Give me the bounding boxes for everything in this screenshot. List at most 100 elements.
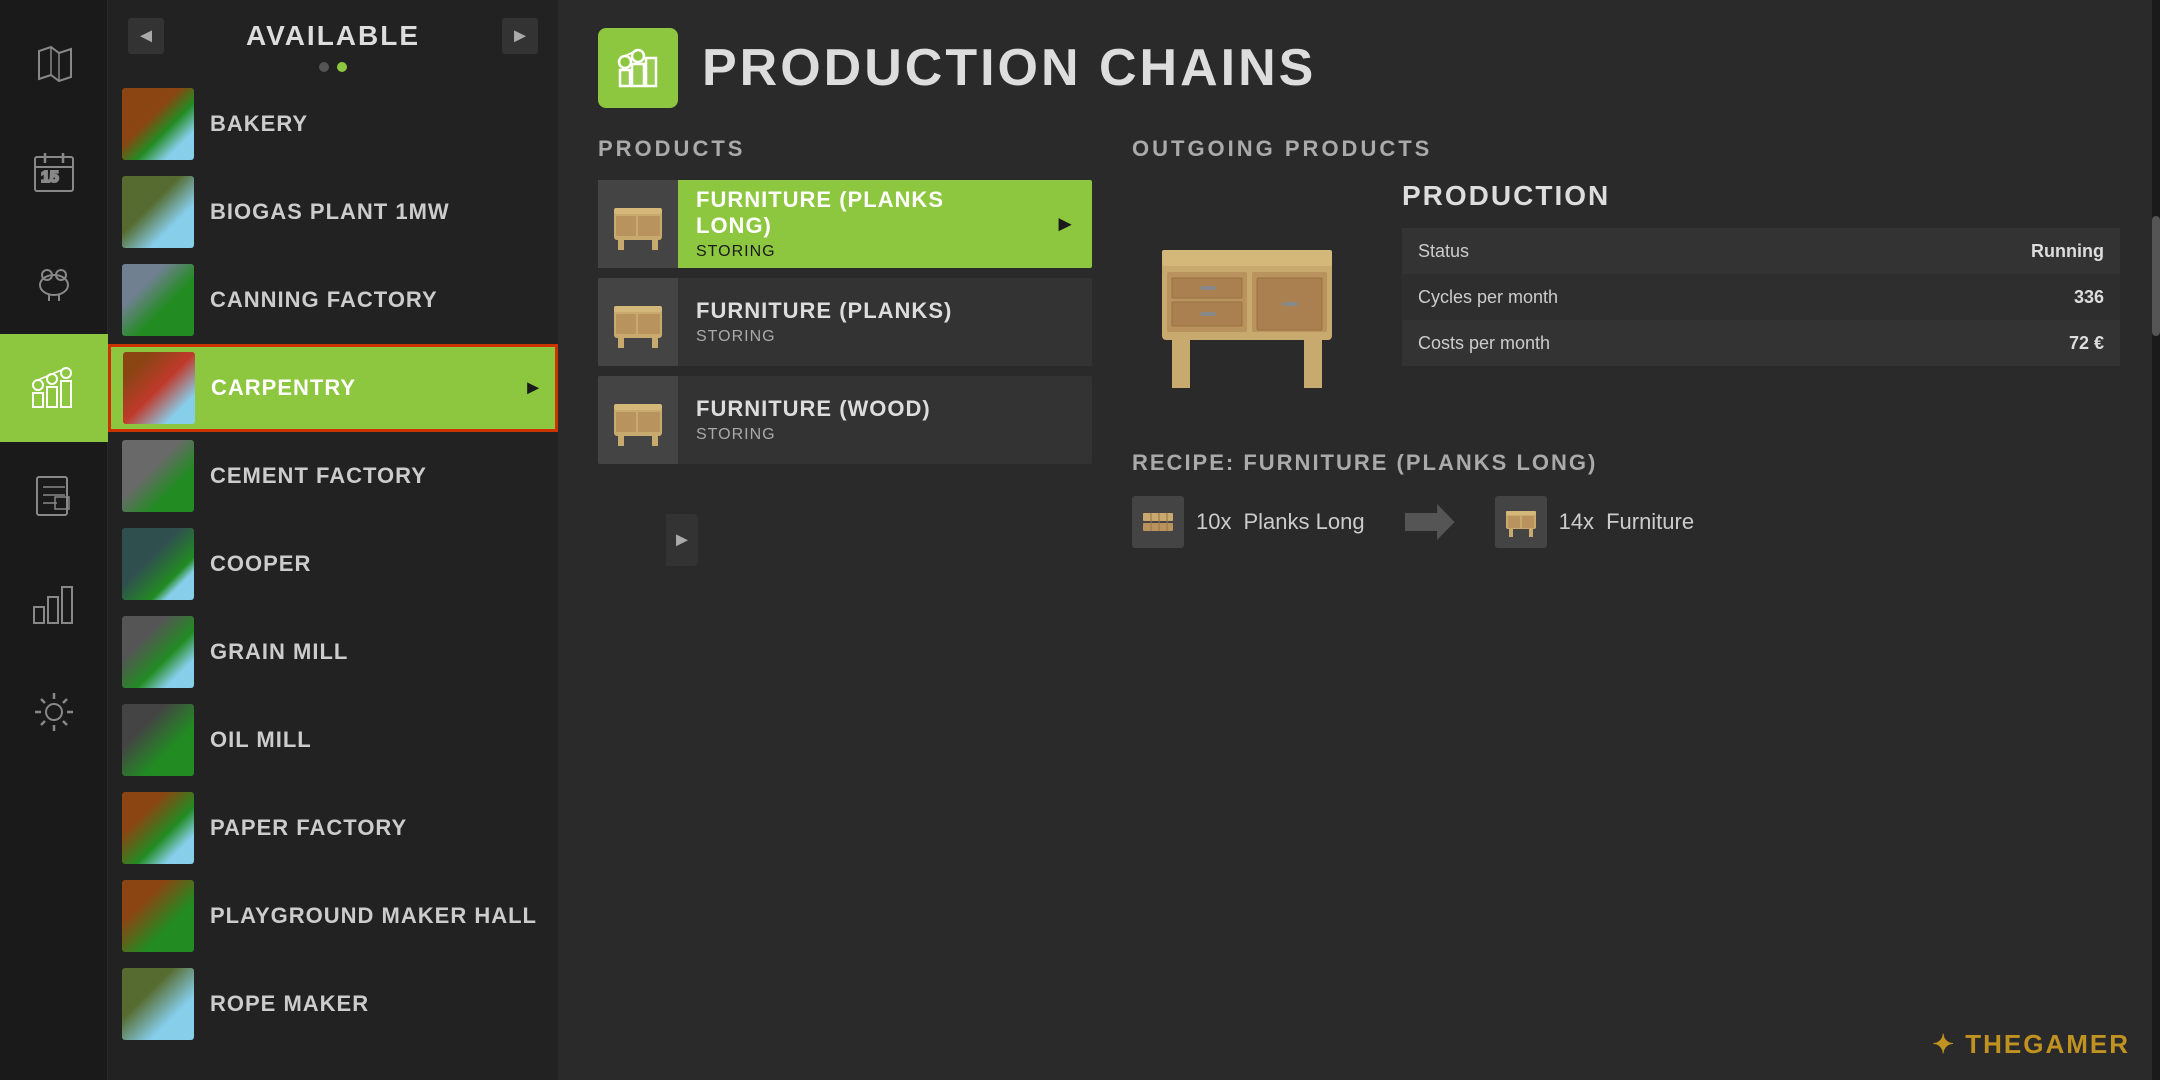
- product-thumb-furniture-planks-long: [598, 180, 678, 268]
- content-columns: PRODUCTS FURNITURE (PLANKS LONG) STORING…: [558, 136, 2160, 1080]
- building-thumb-carpentry: [123, 352, 195, 424]
- building-thumb-cement: [122, 440, 194, 512]
- product-info-furniture-wood: FURNITURE (WOOD) STORING: [678, 396, 1092, 444]
- sidebar-item-stats[interactable]: [0, 550, 108, 658]
- page-dot-2: [337, 62, 347, 72]
- outgoing-section: OUTGOING PRODUCTS: [1132, 136, 2120, 1080]
- building-name-biogas: BIOGAS PLANT 1MW: [210, 199, 450, 225]
- product-item-furniture-planks[interactable]: FURNITURE (PLANKS) STORING: [598, 278, 1092, 366]
- production-row-value: 336: [1848, 274, 2120, 320]
- product-item-furniture-wood[interactable]: FURNITURE (WOOD) STORING: [598, 376, 1092, 464]
- building-thumb-grain: [122, 616, 194, 688]
- building-item-rope[interactable]: ROPE MAKER: [108, 960, 558, 1048]
- right-scrollbar[interactable]: [2152, 0, 2160, 1080]
- buildings-panel-title: AVAILABLE: [246, 20, 420, 52]
- production-row-value: Running: [1848, 228, 2120, 274]
- buildings-panel: ◄ AVAILABLE ► BAKERY BIOGAS PLANT 1MW CA…: [108, 0, 558, 1080]
- building-item-carpentry[interactable]: CARPENTRY ►: [108, 344, 558, 432]
- icon-sidebar: 15: [0, 0, 108, 1080]
- animals-icon: [29, 255, 79, 305]
- watermark: ✦ THEGAMER: [1932, 1029, 2130, 1060]
- svg-text:15: 15: [41, 169, 59, 186]
- recipe-input-item: 10x Planks Long: [1132, 496, 1365, 548]
- prev-page-button[interactable]: ◄: [128, 18, 164, 54]
- products-label: PRODUCTS: [598, 136, 1092, 162]
- products-list: FURNITURE (PLANKS LONG) STORING ► FURNIT…: [598, 180, 1092, 464]
- production-row: Cycles per month 336: [1402, 274, 2120, 320]
- production-row-label: Cycles per month: [1402, 274, 1848, 320]
- building-item-playground[interactable]: PLAYGROUND MAKER HALL: [108, 872, 558, 960]
- outgoing-label: OUTGOING PRODUCTS: [1132, 136, 2120, 162]
- building-thumb-oil: [122, 704, 194, 776]
- sidebar-item-map[interactable]: [0, 10, 108, 118]
- building-item-canning[interactable]: CANNING FACTORY: [108, 256, 558, 344]
- building-thumb-paper: [122, 792, 194, 864]
- building-item-cooper[interactable]: COOPER: [108, 520, 558, 608]
- building-name-canning: CANNING FACTORY: [210, 287, 438, 313]
- product-info-furniture-planks: FURNITURE (PLANKS) STORING: [678, 298, 1092, 346]
- production-table: Status Running Cycles per month 336 Cost…: [1402, 228, 2120, 366]
- outgoing-top: PRODUCTION Status Running Cycles per mon…: [1132, 180, 2120, 410]
- building-preview: [1132, 180, 1362, 410]
- product-item-furniture-planks-long[interactable]: FURNITURE (PLANKS LONG) STORING ►: [598, 180, 1092, 268]
- building-item-biogas[interactable]: BIOGAS PLANT 1MW: [108, 168, 558, 256]
- production-icon: [29, 363, 79, 413]
- product-name-furniture-planks-long: FURNITURE (PLANKS LONG): [696, 187, 1020, 239]
- building-thumb-biogas: [122, 176, 194, 248]
- main-header: PRODUCTION CHAINS: [558, 0, 2160, 136]
- building-item-oil[interactable]: OIL MILL: [108, 696, 558, 784]
- page-title: PRODUCTION CHAINS: [702, 38, 1316, 98]
- production-title: PRODUCTION: [1402, 180, 2120, 212]
- production-info: PRODUCTION Status Running Cycles per mon…: [1402, 180, 2120, 410]
- map-icon: [29, 39, 79, 89]
- building-thumb-rope: [122, 968, 194, 1040]
- building-name-paper: PAPER FACTORY: [210, 815, 407, 841]
- building-name-rope: ROPE MAKER: [210, 991, 369, 1017]
- settings-icon: [29, 687, 79, 737]
- building-name-oil: OIL MILL: [210, 727, 312, 753]
- building-thumb-cooper: [122, 528, 194, 600]
- furniture-icon: [1495, 496, 1547, 548]
- calendar-icon: 15: [29, 147, 79, 197]
- main-content: PRODUCTION CHAINS PRODUCTS FURNITURE (PL…: [558, 0, 2160, 1080]
- building-name-bakery: BAKERY: [210, 111, 308, 137]
- buildings-header: ◄ AVAILABLE ►: [108, 0, 558, 62]
- recipe-output-name: Furniture: [1606, 509, 1694, 535]
- sidebar-item-reports[interactable]: [0, 442, 108, 550]
- sidebar-item-settings[interactable]: [0, 658, 108, 766]
- sidebar-item-calendar[interactable]: 15: [0, 118, 108, 226]
- building-name-grain: GRAIN MILL: [210, 639, 348, 665]
- production-row: Costs per month 72 €: [1402, 320, 2120, 366]
- building-thumb-canning: [122, 264, 194, 336]
- factory-icon: [612, 42, 664, 94]
- sidebar-item-animals[interactable]: [0, 226, 108, 334]
- product-arrow: ►: [1038, 211, 1092, 237]
- recipe-output-amount: 14x: [1559, 509, 1594, 535]
- building-item-paper[interactable]: PAPER FACTORY: [108, 784, 558, 872]
- watermark-symbol: ✦: [1932, 1029, 1965, 1059]
- recipe-arrow-container: [1405, 504, 1455, 540]
- page-dot-1: [319, 62, 329, 72]
- recipe-input-amount: 10x: [1196, 509, 1231, 535]
- product-status-furniture-wood: STORING: [696, 426, 1074, 444]
- watermark-text: THEGAMER: [1965, 1029, 2130, 1059]
- building-item-cement[interactable]: CEMENT FACTORY: [108, 432, 558, 520]
- building-name-cement: CEMENT FACTORY: [210, 463, 427, 489]
- building-name-playground: PLAYGROUND MAKER HALL: [210, 903, 537, 929]
- building-item-grain[interactable]: GRAIN MILL: [108, 608, 558, 696]
- product-status-furniture-planks: STORING: [696, 328, 1074, 346]
- sidebar-item-production[interactable]: [0, 334, 108, 442]
- next-page-button[interactable]: ►: [502, 18, 538, 54]
- recipe-output-item: 14x Furniture: [1495, 496, 1695, 548]
- panel-toggle-button[interactable]: ►: [666, 514, 698, 566]
- reports-icon: [29, 471, 79, 521]
- stats-icon: [29, 579, 79, 629]
- production-row: Status Running: [1402, 228, 2120, 274]
- production-chains-icon: [598, 28, 678, 108]
- product-status-furniture-planks-long: STORING: [696, 243, 1020, 261]
- product-info-furniture-planks-long: FURNITURE (PLANKS LONG) STORING: [678, 187, 1038, 261]
- building-item-bakery[interactable]: BAKERY: [108, 80, 558, 168]
- planks-icon: [1132, 496, 1184, 548]
- recipe-title: RECIPE: FURNITURE (PLANKS LONG): [1132, 450, 2120, 476]
- production-row-label: Status: [1402, 228, 1848, 274]
